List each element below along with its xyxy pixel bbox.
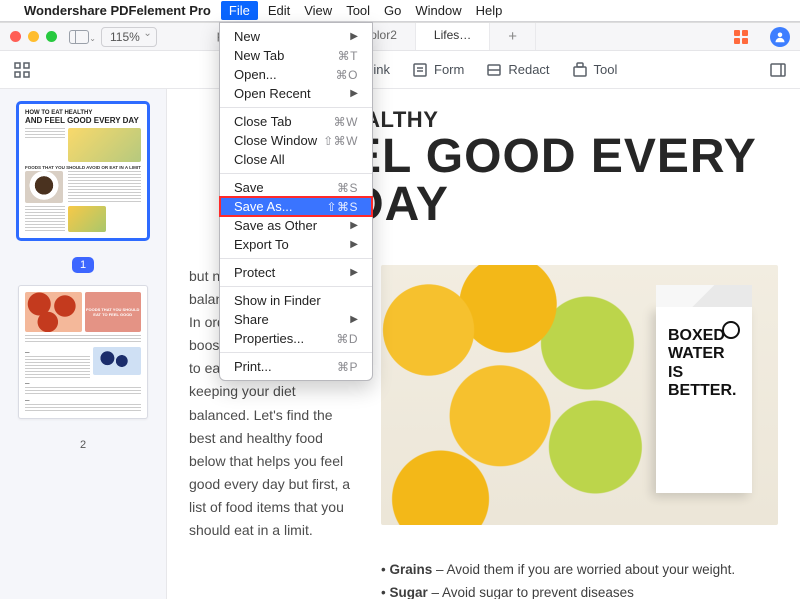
close-icon[interactable] — [10, 31, 21, 42]
tool-redact-label: Redact — [508, 62, 549, 77]
app-name[interactable]: Wondershare PDFelement Pro — [24, 3, 211, 18]
menu-item-show-in-finder[interactable]: Show in Finder — [220, 291, 372, 310]
hero-image: BOXED WATER IS BETTER. — [381, 265, 778, 525]
menu-go[interactable]: Go — [384, 3, 401, 18]
menu-item-open-recent[interactable]: Open Recent▶ — [220, 84, 372, 103]
menu-item-share[interactable]: Share▶ — [220, 310, 372, 329]
file-menu-dropdown: New▶New Tab⌘TOpen...⌘OOpen Recent▶ Close … — [219, 22, 373, 381]
menu-item-close-all[interactable]: Close All — [220, 150, 372, 169]
menu-help[interactable]: Help — [476, 3, 503, 18]
tool-tool-label: Tool — [594, 62, 618, 77]
system-menubar: Wondershare PDFelement Pro File Edit Vie… — [0, 0, 800, 22]
zoom-select[interactable]: 115% — [101, 27, 157, 47]
window-controls — [10, 31, 57, 42]
menu-edit[interactable]: Edit — [268, 3, 290, 18]
menu-item-close-window[interactable]: Close Window⇧⌘W — [220, 131, 372, 150]
bullet-list: • Grains – Avoid them if you are worried… — [381, 559, 778, 599]
menu-item-properties-[interactable]: Properties...⌘D — [220, 329, 372, 348]
menu-item-open-[interactable]: Open...⌘O — [220, 65, 372, 84]
menu-item-close-tab[interactable]: Close Tab⌘W — [220, 112, 372, 131]
menu-file[interactable]: File — [221, 1, 258, 20]
tool-form-label: Form — [434, 62, 464, 77]
toolbar: Image Link Form Redact Tool — [0, 51, 800, 89]
avatar[interactable] — [770, 27, 790, 47]
add-tab-button[interactable]: + — [490, 23, 536, 50]
menu-item-save[interactable]: Save⌘S — [220, 178, 372, 197]
menu-item-new[interactable]: New▶ — [220, 27, 372, 46]
app-window: ⌄ 115% prod… Prod… color2 Lifes… + Image… — [0, 22, 800, 599]
view-grid-icon[interactable] — [14, 62, 30, 78]
menu-item-print-[interactable]: Print...⌘P — [220, 357, 372, 376]
panel-toggle-icon[interactable] — [770, 62, 786, 78]
carton-text: BOXED WATER IS BETTER. — [656, 307, 752, 493]
page-number-1: 1 — [72, 257, 94, 273]
page-number-2: 2 — [72, 437, 94, 453]
thumbnail-sidebar: HOW TO EAT HEALTHY AND FEEL GOOD EVERY D… — [0, 89, 167, 599]
menu-window[interactable]: Window — [415, 3, 461, 18]
menu-tool[interactable]: Tool — [346, 3, 370, 18]
doc-heading-2: EL GOOD EVERY DAY — [349, 133, 778, 229]
titlebar: ⌄ 115% prod… Prod… color2 Lifes… + — [0, 23, 800, 51]
globe-icon — [722, 321, 740, 339]
tab-3[interactable]: Lifes… — [416, 23, 490, 50]
page-thumbnail-2[interactable]: FOODS THAT YOU SHOULD EAT TO FEEL GOOD —… — [18, 285, 148, 419]
tool-form[interactable]: Form — [412, 62, 464, 78]
apps-icon[interactable] — [734, 30, 748, 44]
zoom-icon[interactable] — [46, 31, 57, 42]
menu-view[interactable]: View — [304, 3, 332, 18]
page-thumbnail-1[interactable]: HOW TO EAT HEALTHY AND FEEL GOOD EVERY D… — [18, 103, 148, 239]
menu-item-save-as-other[interactable]: Save as Other▶ — [220, 216, 372, 235]
sidebar-toggle-icon[interactable]: ⌄ — [69, 30, 89, 44]
menu-item-protect[interactable]: Protect▶ — [220, 263, 372, 282]
menu-item-new-tab[interactable]: New Tab⌘T — [220, 46, 372, 65]
menu-item-save-as-[interactable]: Save As...⇧⌘S — [220, 197, 372, 216]
minimize-icon[interactable] — [28, 31, 39, 42]
tool-tool[interactable]: Tool — [572, 62, 618, 78]
tool-redact[interactable]: Redact — [486, 62, 549, 78]
menu-item-export-to[interactable]: Export To▶ — [220, 235, 372, 254]
